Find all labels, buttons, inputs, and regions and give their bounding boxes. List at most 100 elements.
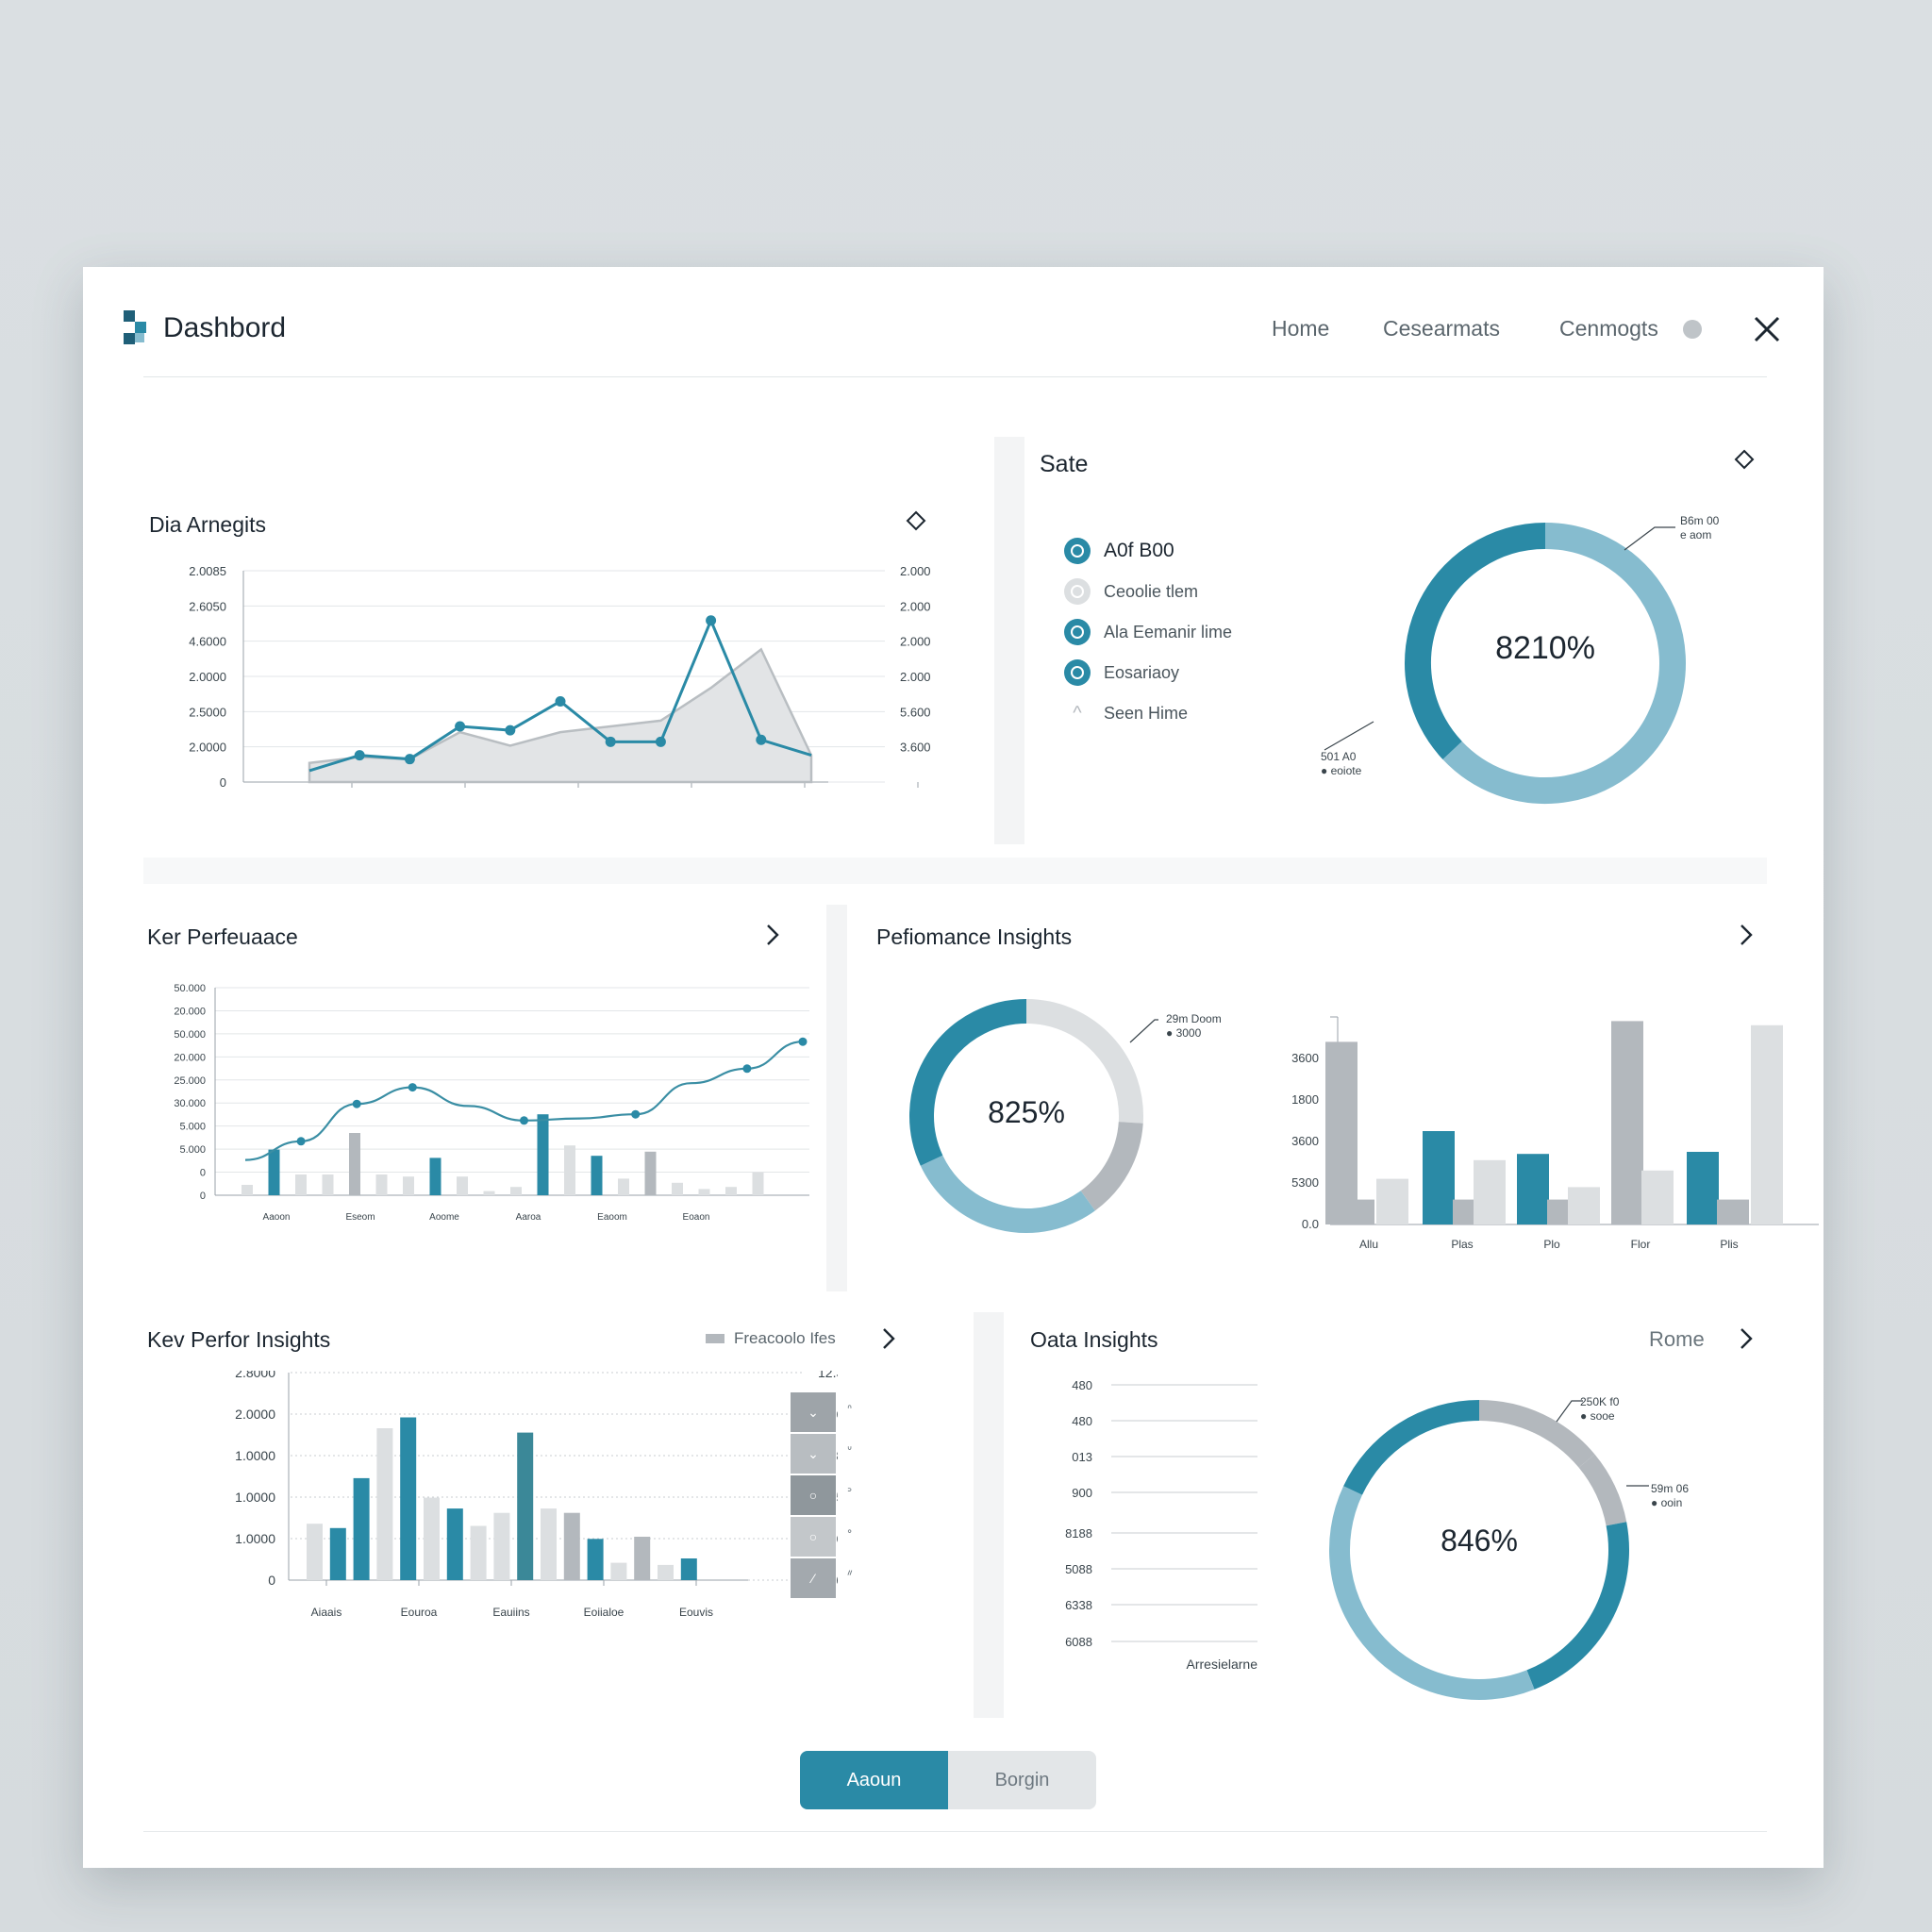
y-tick-label-right: 2.000 xyxy=(900,670,931,684)
bar xyxy=(1453,1199,1474,1224)
status-dot[interactable] xyxy=(1683,320,1702,339)
legend-label: Ceoolie tlem xyxy=(1104,581,1199,601)
y-tick-label-right: 5.600 xyxy=(900,705,931,719)
logo-icon xyxy=(124,310,146,344)
bar xyxy=(403,1176,414,1195)
legend-item[interactable]: Ceoolie tlem xyxy=(1064,577,1198,606)
x-tick-label: Aoome xyxy=(429,1212,459,1223)
side-control-cell[interactable]: ⁄ xyxy=(791,1558,836,1598)
bar xyxy=(1611,1021,1643,1224)
diamond-icon[interactable] xyxy=(1734,449,1755,470)
chevron-right-icon[interactable] xyxy=(878,1326,899,1351)
panel-title-key-performance: Ker Perfeuaace xyxy=(147,924,298,949)
side-control-mark: ᐥ xyxy=(847,1568,854,1582)
y-tick-label: 480 xyxy=(1072,1414,1092,1428)
bar xyxy=(1517,1154,1549,1224)
nav-cenmogts[interactable]: Cenmogts xyxy=(1559,316,1658,341)
nav-home[interactable]: Home xyxy=(1272,316,1329,341)
legend-swatch xyxy=(706,1334,724,1343)
bar xyxy=(1687,1152,1719,1224)
y-tick-label: 3600 xyxy=(1291,1051,1319,1065)
panel-title-key-perfor-insights: Kev Perfor Insights xyxy=(147,1327,331,1352)
y-tick-label: 25.000 xyxy=(174,1075,206,1087)
legend-label: Eosariaoy xyxy=(1104,662,1180,682)
y-tick-label-right: 12.300 xyxy=(818,1371,838,1380)
y-tick-label: 8188 xyxy=(1065,1526,1092,1541)
donut-slice xyxy=(1343,1400,1480,1495)
y-tick-label: 50.000 xyxy=(174,1029,206,1041)
y-tick-label: 480 xyxy=(1072,1378,1092,1392)
radio-icon xyxy=(1064,578,1091,605)
chevron-right-icon[interactable] xyxy=(1736,1326,1757,1351)
bar xyxy=(725,1187,737,1195)
series-point xyxy=(404,754,415,765)
y-tick-label: 2.0000 xyxy=(189,741,226,755)
y-tick-label: 20.000 xyxy=(174,1052,206,1063)
y-tick-label: 5.000 xyxy=(179,1144,206,1156)
chevron-right-icon[interactable] xyxy=(762,923,783,947)
y-tick-label: 1800 xyxy=(1291,1092,1319,1107)
y-tick-label: 1.0000 xyxy=(235,1490,275,1505)
bar xyxy=(1474,1159,1506,1224)
key-perfor-insights-chart: 2.800012.3002.000012.6001.000012.8001.00… xyxy=(235,1371,838,1619)
legend-item[interactable]: ^ Seen Hime xyxy=(1064,699,1188,727)
y-tick-label-right: 2.000 xyxy=(900,635,931,649)
legend-label: Seen Hime xyxy=(1104,703,1189,723)
bar xyxy=(457,1176,468,1195)
close-icon[interactable] xyxy=(1748,310,1786,348)
nav-cesearmats[interactable]: Cesearmats xyxy=(1383,316,1500,341)
rome-link[interactable]: Rome xyxy=(1649,1327,1705,1352)
bar xyxy=(644,1151,657,1195)
chevron-up-icon: ^ xyxy=(1073,702,1082,724)
panel-title-data-insights: Dia Arnegits xyxy=(149,512,267,537)
callout-line xyxy=(1129,1019,1158,1043)
legend-label: Ala Eemanir lime xyxy=(1104,622,1233,641)
legend-item[interactable]: A0f B00 xyxy=(1064,537,1174,565)
x-tick-label: Eoaon xyxy=(683,1212,710,1223)
bar xyxy=(400,1417,417,1580)
side-control-cell[interactable]: ⌄ xyxy=(791,1392,836,1432)
primary-action-button[interactable]: Aaoun xyxy=(800,1751,948,1809)
oata-donut-value: 846% xyxy=(1441,1524,1518,1557)
legend-item[interactable]: Eosariaoy xyxy=(1064,658,1179,687)
legend-item[interactable]: Ala Eemanir lime xyxy=(1064,618,1232,646)
series-point xyxy=(354,750,365,761)
y-tick-label: 2.5000 xyxy=(189,705,226,719)
bar xyxy=(541,1508,557,1580)
bar xyxy=(618,1178,629,1195)
series-point xyxy=(756,734,767,745)
diamond-icon[interactable] xyxy=(906,510,926,531)
panel-title-performance-insights: Pefiomance Insights xyxy=(876,924,1073,949)
radio-icon xyxy=(1064,538,1091,564)
x-tick-label: Eaoom xyxy=(597,1212,627,1223)
legend-label: A0f B00 xyxy=(1104,540,1174,561)
state-callout-lines xyxy=(1324,526,1675,751)
donut-slice xyxy=(1329,1486,1535,1700)
bar xyxy=(537,1114,549,1195)
panel-divider xyxy=(826,905,847,1291)
y-tick-label: 0 xyxy=(268,1573,275,1588)
bar xyxy=(1354,1199,1374,1224)
y-tick-label: 0 xyxy=(200,1191,206,1202)
x-tick-label: Plas xyxy=(1451,1238,1473,1251)
axis-label: Arresielarne xyxy=(1187,1657,1258,1672)
donut-slice xyxy=(1080,1121,1143,1211)
bar xyxy=(672,1182,683,1195)
side-control-cell[interactable]: ⌄ xyxy=(791,1434,836,1474)
side-control-cell[interactable]: ○ xyxy=(791,1517,836,1557)
chevron-right-icon[interactable] xyxy=(1736,923,1757,947)
y-tick-label-right: 3.600 xyxy=(900,741,931,755)
y-tick-label: 2.8000 xyxy=(235,1371,275,1380)
side-control-cell[interactable]: ○ xyxy=(791,1475,836,1515)
bar xyxy=(307,1524,323,1580)
x-tick-label: Eouroa xyxy=(401,1606,438,1619)
y-tick-label: 0 xyxy=(220,775,226,790)
bar xyxy=(634,1537,651,1580)
series-point xyxy=(706,615,717,626)
secondary-action-button[interactable]: Borgin xyxy=(948,1751,1096,1809)
bar xyxy=(446,1508,463,1580)
bar xyxy=(429,1158,441,1195)
side-control-mark: ᐤ xyxy=(847,1526,853,1541)
action-button-group: Aaoun Borgin xyxy=(800,1751,1096,1809)
footer-divider xyxy=(143,1831,1767,1832)
